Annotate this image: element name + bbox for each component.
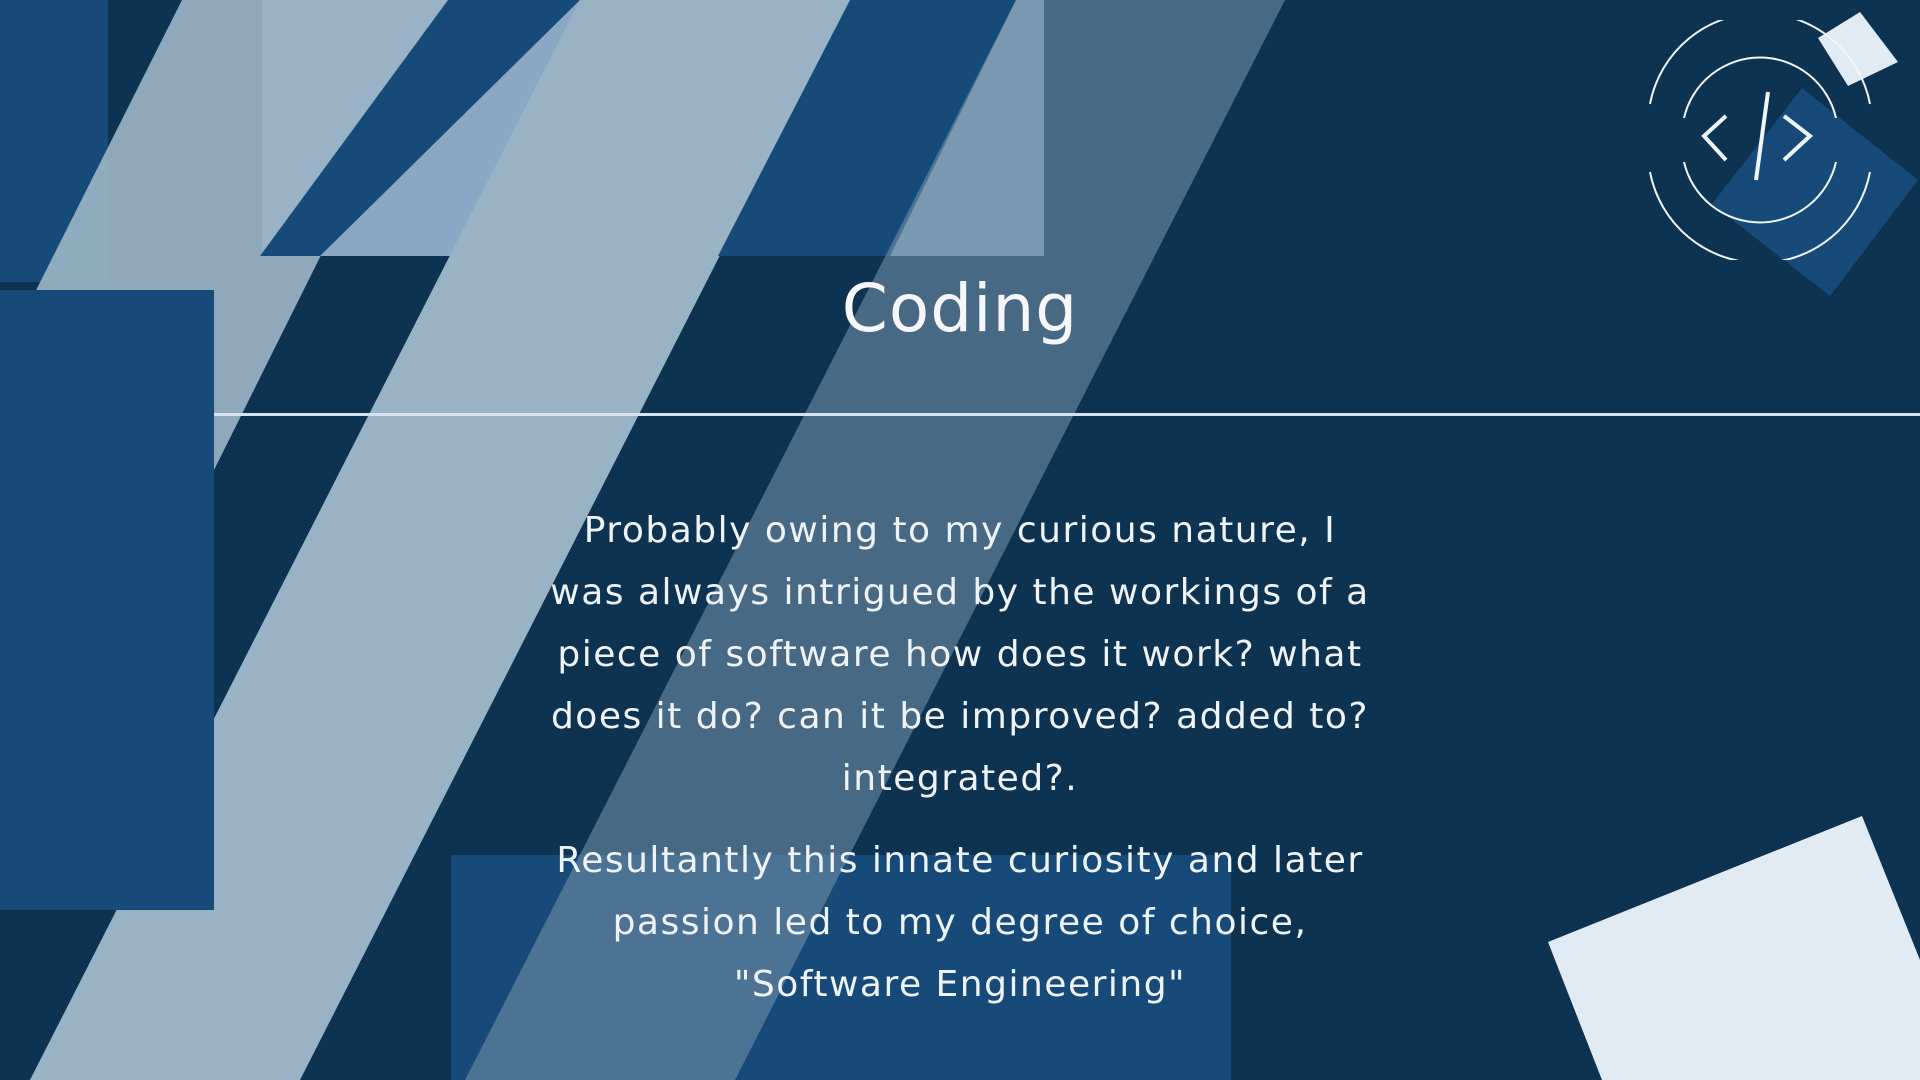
title-divider [214,413,1920,416]
code-brackets-icon [1649,12,1871,264]
paragraph-conclusion: Resultantly this innate curiosity and la… [556,840,1364,1005]
slide: Coding Probably owing to my curious natu… [0,0,1920,1080]
bottom-right-pale-block [1548,816,1920,1080]
code-logo [1640,12,1880,264]
body-text: Probably owing to my curious nature, I w… [540,500,1380,1036]
paragraph-intro: Probably owing to my curious nature, I w… [550,510,1370,799]
left-navy-block [0,290,214,910]
slide-title: Coding [841,270,1079,347]
